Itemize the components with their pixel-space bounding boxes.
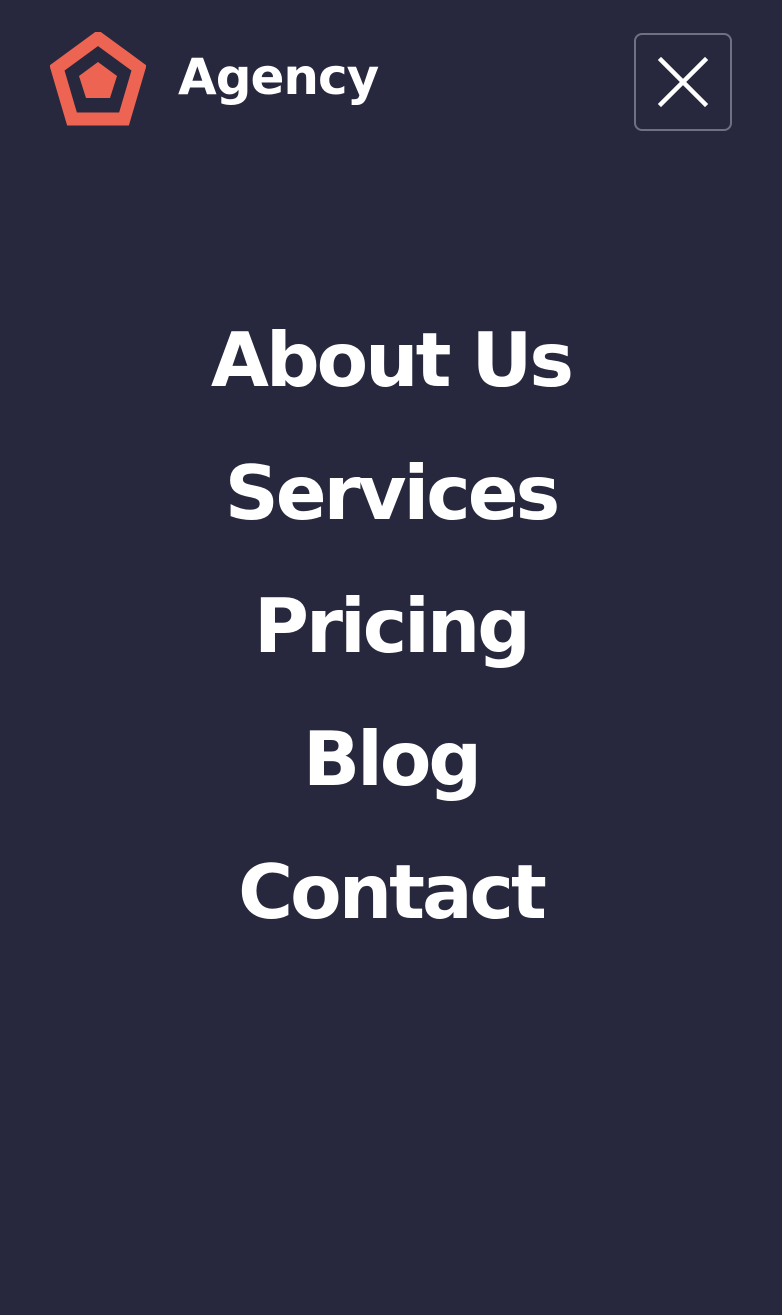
pentagon-logo-icon [50, 32, 146, 126]
nav-item-services[interactable]: Services [225, 451, 560, 584]
nav-item-pricing[interactable]: Pricing [254, 584, 531, 717]
nav-item-blog[interactable]: Blog [303, 717, 482, 850]
close-menu-button[interactable] [634, 33, 732, 131]
nav-item-contact[interactable]: Contact [238, 850, 547, 983]
brand-name: Agency [178, 48, 379, 106]
header: Agency [0, 0, 782, 170]
nav-item-about-us[interactable]: About Us [211, 318, 574, 451]
close-icon [657, 56, 709, 108]
main-nav: About Us Services Pricing Blog Contact [0, 318, 782, 983]
brand-home-link[interactable]: Agency [50, 32, 379, 126]
